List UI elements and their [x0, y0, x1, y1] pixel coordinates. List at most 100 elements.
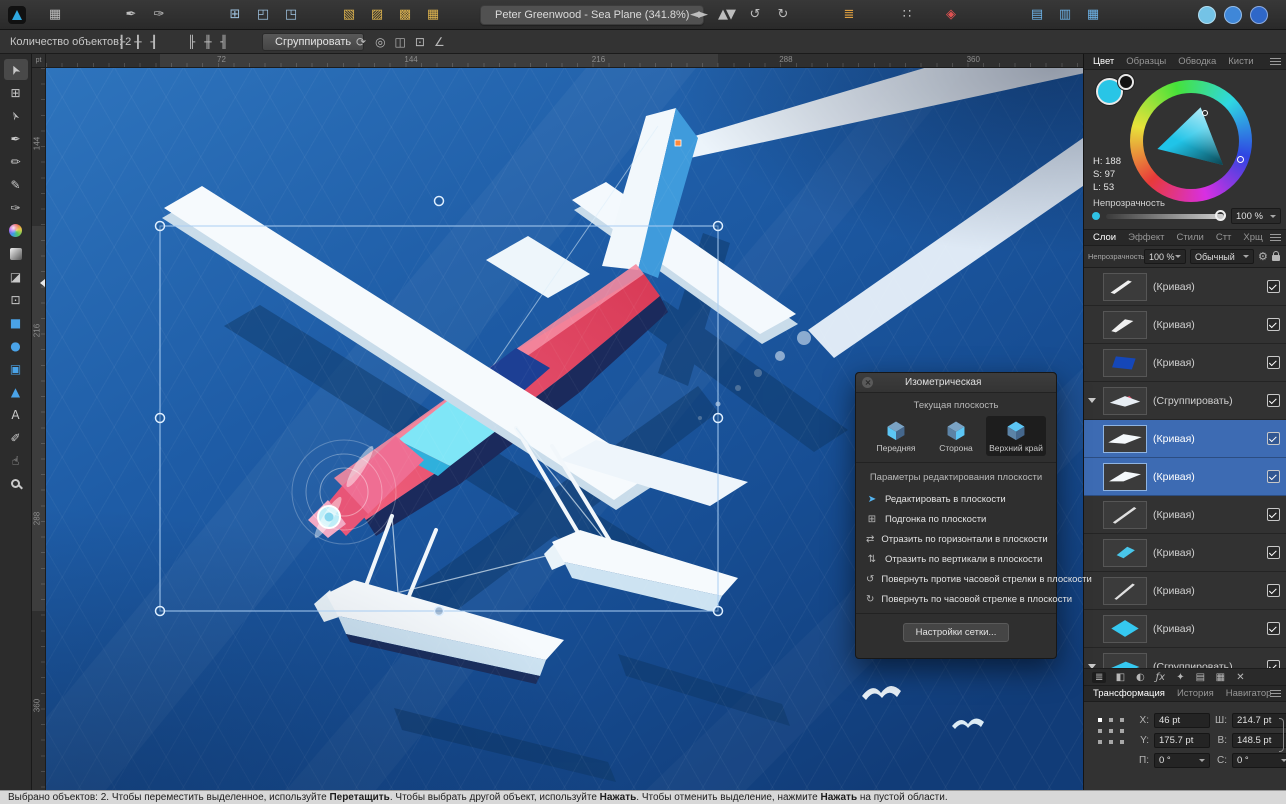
bounds-icon[interactable]: ⊡ — [415, 35, 425, 49]
grid-plane-icon[interactable]: ◳ — [282, 7, 298, 22]
plane-top-button[interactable]: Верхний край — [986, 416, 1046, 456]
expand-arrow-icon[interactable] — [1088, 396, 1097, 405]
share-avatar[interactable] — [1198, 6, 1216, 24]
layer-visibility-checkbox[interactable] — [1267, 318, 1280, 331]
flip-horizontal-icon[interactable]: ◄► — [690, 7, 706, 22]
move-tool[interactable]: ➤ — [4, 59, 28, 80]
flip-vertical-icon[interactable]: ▲▼ — [718, 7, 734, 22]
group-button[interactable]: Сгруппировать — [262, 33, 364, 51]
plane-side-button[interactable]: Сторона — [926, 416, 986, 456]
move-inside-icon[interactable]: ▥ — [1056, 7, 1072, 22]
panel-menu-icon[interactable] — [1270, 58, 1281, 66]
iso-menu-item[interactable]: ➤ Редактировать в плоскости — [856, 489, 1056, 509]
layer-opacity-dropdown[interactable]: 100 % — [1144, 249, 1186, 264]
panel-tab[interactable]: Образцы — [1121, 56, 1171, 67]
cloud-avatar[interactable] — [1224, 6, 1242, 24]
text-tool[interactable]: A — [4, 404, 28, 425]
panel-tab[interactable]: Хрщ — [1238, 232, 1267, 243]
align-right-icon[interactable]: ┨ — [150, 35, 157, 49]
iso-menu-item[interactable]: ⇅ Отразить по вертикали в плоскости — [856, 549, 1056, 569]
layer-row[interactable]: (Кривая) — [1084, 610, 1286, 648]
hue-selector[interactable] — [1237, 156, 1244, 163]
pixel-persona-icon[interactable]: ✑ — [150, 7, 166, 22]
rotation-input[interactable]: 0 ° — [1154, 753, 1210, 768]
panel-tab[interactable]: Цвет — [1088, 56, 1119, 67]
rotation-icon[interactable]: ⟳ — [356, 35, 366, 49]
panel-tab[interactable]: Слои — [1088, 232, 1121, 243]
layer-visibility-checkbox[interactable] — [1267, 622, 1280, 635]
symbol-icon[interactable]: ✦ — [1174, 672, 1186, 683]
iso-menu-item[interactable]: ↺ Повернуть против часовой стрелки в пло… — [856, 569, 1056, 589]
panel-tab[interactable]: Стт — [1211, 232, 1237, 243]
width-input[interactable]: 214.7 pt — [1232, 713, 1286, 728]
panel-tab[interactable]: Кисти — [1223, 56, 1258, 67]
zoom-tool[interactable] — [4, 473, 28, 494]
layer-visibility-checkbox[interactable] — [1267, 508, 1280, 521]
layer-visibility-checkbox[interactable] — [1267, 280, 1280, 293]
lock-icon[interactable] — [1272, 255, 1280, 261]
layer-row[interactable]: (Кривая) — [1084, 496, 1286, 534]
panel-tab[interactable]: Трансформация — [1088, 688, 1170, 699]
triangle-tool[interactable]: ▲ — [4, 381, 28, 402]
sl-selector[interactable] — [1202, 110, 1208, 116]
transform-anchor-selector[interactable] — [1094, 714, 1128, 748]
ruler-unit-label[interactable]: pt — [32, 54, 46, 68]
crop-tool[interactable]: ⊡ — [4, 289, 28, 310]
edit-all-layers-icon[interactable]: ≣ — [1092, 672, 1106, 683]
transparency-tool[interactable] — [4, 243, 28, 264]
layer-effects-icon[interactable]: ƒx — [1154, 672, 1166, 683]
align-left-icon[interactable]: ┠ — [118, 35, 125, 49]
insert-in-front-icon[interactable]: ▦ — [424, 7, 440, 22]
move-to-front-icon[interactable]: ▦ — [1084, 7, 1100, 22]
align-center-icon[interactable]: ╂ — [134, 35, 141, 49]
insert-behind-icon[interactable]: ▧ — [340, 7, 356, 22]
blend-options-gear-icon[interactable]: ⚙ — [1258, 250, 1268, 263]
insert-inside-icon[interactable]: ▨ — [368, 7, 384, 22]
plane-front-button[interactable]: Передняя — [866, 416, 926, 456]
rectangle-tool[interactable]: ■ — [4, 312, 28, 333]
layer-row[interactable]: (Кривая) — [1084, 572, 1286, 610]
insert-on-top-icon[interactable]: ▩ — [396, 7, 412, 22]
blend-mode-dropdown[interactable]: Обычный — [1190, 249, 1254, 264]
layer-visibility-checkbox[interactable] — [1267, 394, 1280, 407]
panel-menu-icon[interactable] — [1270, 690, 1281, 698]
hand-tool[interactable]: ☝ — [4, 450, 28, 471]
panel-tab[interactable]: Обводка — [1173, 56, 1221, 67]
close-icon[interactable] — [862, 377, 873, 388]
layer-row[interactable]: (Кривая) — [1084, 306, 1286, 344]
workspace-grid-icon[interactable]: ▦ — [46, 7, 62, 22]
layer-row[interactable]: (Кривая) — [1084, 268, 1286, 306]
move-to-back-icon[interactable]: ▤ — [1028, 7, 1044, 22]
height-input[interactable]: 148.5 pt — [1232, 733, 1286, 748]
pencil-tool[interactable]: ✏ — [4, 151, 28, 172]
vector-brush-tool[interactable]: ✎ — [4, 174, 28, 195]
artboard-tool[interactable]: ⊞ — [4, 82, 28, 103]
fill-tool[interactable] — [4, 220, 28, 241]
grid-settings-button[interactable]: Настройки сетки... — [903, 623, 1010, 642]
snapping-icon[interactable]: ◈ — [942, 7, 958, 22]
distribute-right-icon[interactable]: ╢ — [220, 35, 227, 49]
layer-visibility-checkbox[interactable] — [1267, 584, 1280, 597]
rotate-cw-icon[interactable]: ↻ — [774, 7, 790, 22]
rotate-ccw-icon[interactable]: ↺ — [746, 7, 762, 22]
new-layer-icon[interactable]: ▤ — [1194, 672, 1206, 683]
pixel-grid-icon[interactable]: ∷ — [898, 7, 914, 22]
distribute-center-icon[interactable]: ╫ — [204, 35, 211, 49]
isometric-grid-icon[interactable]: ◰ — [254, 7, 270, 22]
new-group-icon[interactable]: ▦ — [1214, 672, 1226, 683]
app-logo-icon[interactable] — [8, 6, 26, 24]
delete-layer-icon[interactable]: ✕ — [1234, 672, 1246, 683]
iso-menu-item[interactable]: ⊞ Подгонка по плоскости — [856, 509, 1056, 529]
layer-row[interactable]: (Сгруппировать) — [1084, 382, 1286, 420]
x-input[interactable]: 46 pt — [1154, 713, 1210, 728]
layer-visibility-checkbox[interactable] — [1267, 546, 1280, 559]
layer-visibility-checkbox[interactable] — [1267, 356, 1280, 369]
iso-menu-item[interactable]: ⇄ Отразить по горизонтали в плоскости — [856, 529, 1056, 549]
panel-tab[interactable]: Эффект — [1123, 232, 1169, 243]
panel-title-bar[interactable]: Изометрическая — [856, 373, 1056, 393]
color-wheel[interactable] — [1130, 80, 1252, 202]
alignment-icon[interactable]: ≣ — [840, 7, 856, 22]
layer-row[interactable]: (Кривая) — [1084, 458, 1286, 496]
layer-row[interactable]: (Кривая) — [1084, 534, 1286, 572]
node-tool[interactable]: ➢ — [4, 105, 28, 126]
